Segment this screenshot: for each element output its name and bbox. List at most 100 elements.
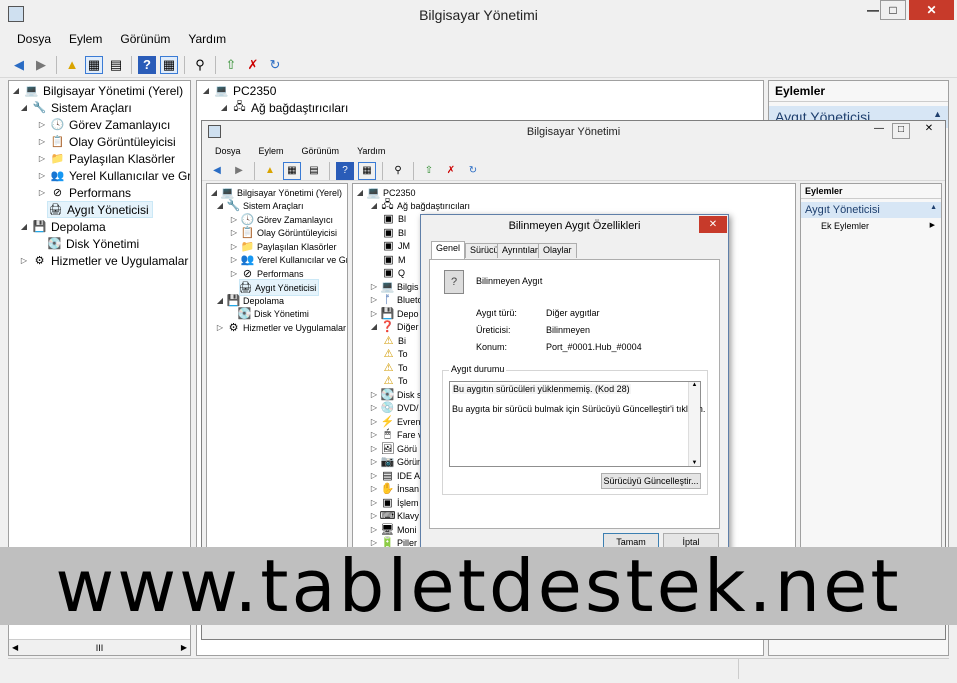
collapse-icon[interactable]: ◢ xyxy=(369,201,379,210)
up-folder-icon[interactable]: ▲ xyxy=(63,56,81,74)
help-icon[interactable]: ? xyxy=(138,55,156,74)
more-actions-item[interactable]: Ek Eylemler ▶ xyxy=(801,218,941,231)
center-tree-item[interactable]: ⚠ To xyxy=(383,346,408,361)
scroll-right-icon[interactable]: ▶ xyxy=(181,643,187,652)
dialog-close-button[interactable]: ✕ xyxy=(699,216,727,233)
properties-icon[interactable]: ▦ xyxy=(358,161,376,180)
tree-item[interactable]: ▷ 📁 Paylaşılan Klasörler xyxy=(37,151,175,166)
scroll-down-icon[interactable]: ▼ xyxy=(689,460,700,466)
expand-icon[interactable]: ▷ xyxy=(369,525,379,534)
expand-icon[interactable]: ▷ xyxy=(37,171,47,180)
list-view-icon[interactable]: ▤ xyxy=(305,162,323,180)
maximize-button[interactable]: □ xyxy=(892,123,910,139)
collapse-icon[interactable]: ◢ xyxy=(19,103,29,112)
update-driver-icon[interactable]: ⇧ xyxy=(420,162,438,180)
menu-eylem[interactable]: Eylem xyxy=(250,146,293,160)
expand-icon[interactable]: ▷ xyxy=(215,323,225,332)
expand-icon[interactable]: ▷ xyxy=(369,498,379,507)
expand-icon[interactable]: ▷ xyxy=(369,282,379,291)
center-tree-item[interactable]: ▷ ⌨ Klavy xyxy=(369,508,419,523)
expand-icon[interactable]: ▷ xyxy=(369,403,379,412)
forward-arrow-icon[interactable]: ▶ xyxy=(32,56,50,74)
scan-hardware-icon[interactable]: ⚲ xyxy=(389,162,407,180)
expand-icon[interactable]: ▷ xyxy=(369,457,379,466)
center-tree-item[interactable]: ▷ ✋ İnsan xyxy=(369,481,419,496)
close-button[interactable]: ✕ xyxy=(909,0,954,20)
expand-icon[interactable]: ▷ xyxy=(369,484,379,493)
scroll-thumb[interactable]: III xyxy=(96,643,104,653)
update-driver-icon[interactable]: ⇧ xyxy=(222,56,240,74)
collapse-icon[interactable]: ◢ xyxy=(219,103,229,112)
tab-genel[interactable]: Genel xyxy=(431,241,466,259)
collapse-icon[interactable]: ◢ xyxy=(215,296,225,305)
help-icon[interactable]: ? xyxy=(336,161,354,180)
tree-item[interactable]: ▷ 👥 Yerel Kullanıcılar ve Gru xyxy=(229,252,347,267)
expand-icon[interactable]: ▷ xyxy=(229,242,239,251)
expand-icon[interactable]: ▷ xyxy=(369,417,379,426)
collapse-up-icon[interactable]: ▲ xyxy=(930,204,937,216)
maximize-button[interactable]: □ xyxy=(880,0,906,20)
center-tree-item[interactable]: ◢ ❓ Diğer xyxy=(369,319,419,334)
enable-device-icon[interactable]: ↻ xyxy=(464,162,482,180)
expand-icon[interactable]: ▷ xyxy=(229,269,239,278)
menu-gorunum[interactable]: Görünüm xyxy=(293,146,349,160)
update-driver-button[interactable]: Sürücüyü Güncelleştir... xyxy=(601,473,701,489)
center-tree-item[interactable]: ▷ 📷 Görün xyxy=(369,454,422,469)
device-status-textbox[interactable]: Bu aygıtın sürücüleri yüklenmemiş. (Kod … xyxy=(449,381,705,467)
expand-icon[interactable]: ▷ xyxy=(369,295,379,304)
list-view-icon[interactable]: ▤ xyxy=(107,56,125,74)
collapse-icon[interactable]: ◢ xyxy=(355,188,365,197)
horizontal-scrollbar[interactable]: ◀ III ▶ xyxy=(9,639,190,655)
tree-item[interactable]: ▷ ⊘ Performans xyxy=(37,185,131,200)
center-tree-item[interactable]: ▣ Bl xyxy=(383,211,406,226)
expand-icon[interactable]: ▷ xyxy=(229,228,239,237)
menu-eylem[interactable]: Eylem xyxy=(60,32,111,50)
tree-item[interactable]: 💽 Disk Yönetimi xyxy=(47,236,140,251)
center-tree-item[interactable]: ▣ Q xyxy=(383,265,405,280)
collapse-icon[interactable]: ◢ xyxy=(209,188,219,197)
menu-yardim[interactable]: Yardım xyxy=(179,32,235,50)
tree-item[interactable]: ▷ 📋 Olay Görüntüleyicisi xyxy=(229,225,337,240)
expand-icon[interactable]: ▷ xyxy=(369,471,379,480)
center-tree-item[interactable]: ⚠ To xyxy=(383,373,408,388)
properties-icon[interactable]: ▦ xyxy=(160,55,178,74)
tree-item[interactable]: ◢ 🔧 Sistem Araçları xyxy=(19,100,132,115)
center-tree-item[interactable]: ▣ JM xyxy=(383,238,410,253)
collapse-icon[interactable]: ◢ xyxy=(215,201,225,210)
menu-gorunum[interactable]: Görünüm xyxy=(111,32,179,50)
center-tree-item[interactable]: ▷ 💿 DVD/ xyxy=(369,400,419,415)
back-arrow-icon[interactable]: ◀ xyxy=(10,56,28,74)
tab-olaylar[interactable]: Olaylar xyxy=(538,243,577,258)
center-tree-item[interactable]: ◢ 🖧 Ağ bağdaştırıcıları xyxy=(219,100,348,115)
tab-ayrintilar[interactable]: Ayrıntılar xyxy=(497,243,543,258)
tree-item[interactable]: 💽 Disk Yönetimi xyxy=(238,306,309,321)
uninstall-device-icon[interactable]: ✗ xyxy=(442,162,460,180)
tree-item[interactable]: ▷ 🕓 Görev Zamanlayıcı xyxy=(37,117,170,132)
menu-yardim[interactable]: Yardım xyxy=(348,146,394,160)
center-tree-item[interactable]: ◢ 💻 PC2350 xyxy=(201,83,276,98)
expand-icon[interactable]: ▷ xyxy=(229,215,239,224)
expand-icon[interactable]: ▷ xyxy=(37,137,47,146)
collapse-icon[interactable]: ◢ xyxy=(369,322,379,331)
actions-section[interactable]: Aygıt Yöneticisi ▲ xyxy=(801,202,941,218)
close-button[interactable]: ✕ xyxy=(914,123,944,139)
expand-icon[interactable]: ▷ xyxy=(37,154,47,163)
expand-icon[interactable]: ▷ xyxy=(37,188,47,197)
uninstall-device-icon[interactable]: ✗ xyxy=(244,56,262,74)
tree-item[interactable]: ▷ ⚙ Hizmetler ve Uygulamalar xyxy=(19,253,188,268)
scroll-up-icon[interactable]: ▲ xyxy=(689,382,700,388)
expand-icon[interactable]: ▷ xyxy=(37,120,47,129)
tree-item-selected[interactable]: 🖨 Aygıt Yöneticisi xyxy=(47,201,153,218)
menu-dosya[interactable]: Dosya xyxy=(8,32,60,50)
enable-device-icon[interactable]: ↻ xyxy=(266,56,284,74)
menu-dosya[interactable]: Dosya xyxy=(206,146,250,160)
expand-icon[interactable]: ▷ xyxy=(369,309,379,318)
tree-item[interactable]: ▷ 👥 Yerel Kullanıcılar ve Gru xyxy=(37,168,190,183)
expand-icon[interactable]: ▷ xyxy=(369,390,379,399)
expand-icon[interactable]: ▷ xyxy=(19,256,29,265)
center-tree-item[interactable]: ▷ ᚩ Blueto xyxy=(369,292,423,307)
collapse-icon[interactable]: ◢ xyxy=(201,86,211,95)
scan-hardware-icon[interactable]: ⚲ xyxy=(191,56,209,74)
tree-item[interactable]: ▷ ⚙ Hizmetler ve Uygulamalar xyxy=(215,320,346,335)
tree-item[interactable]: ◢ 💾 Depolama xyxy=(19,219,106,234)
